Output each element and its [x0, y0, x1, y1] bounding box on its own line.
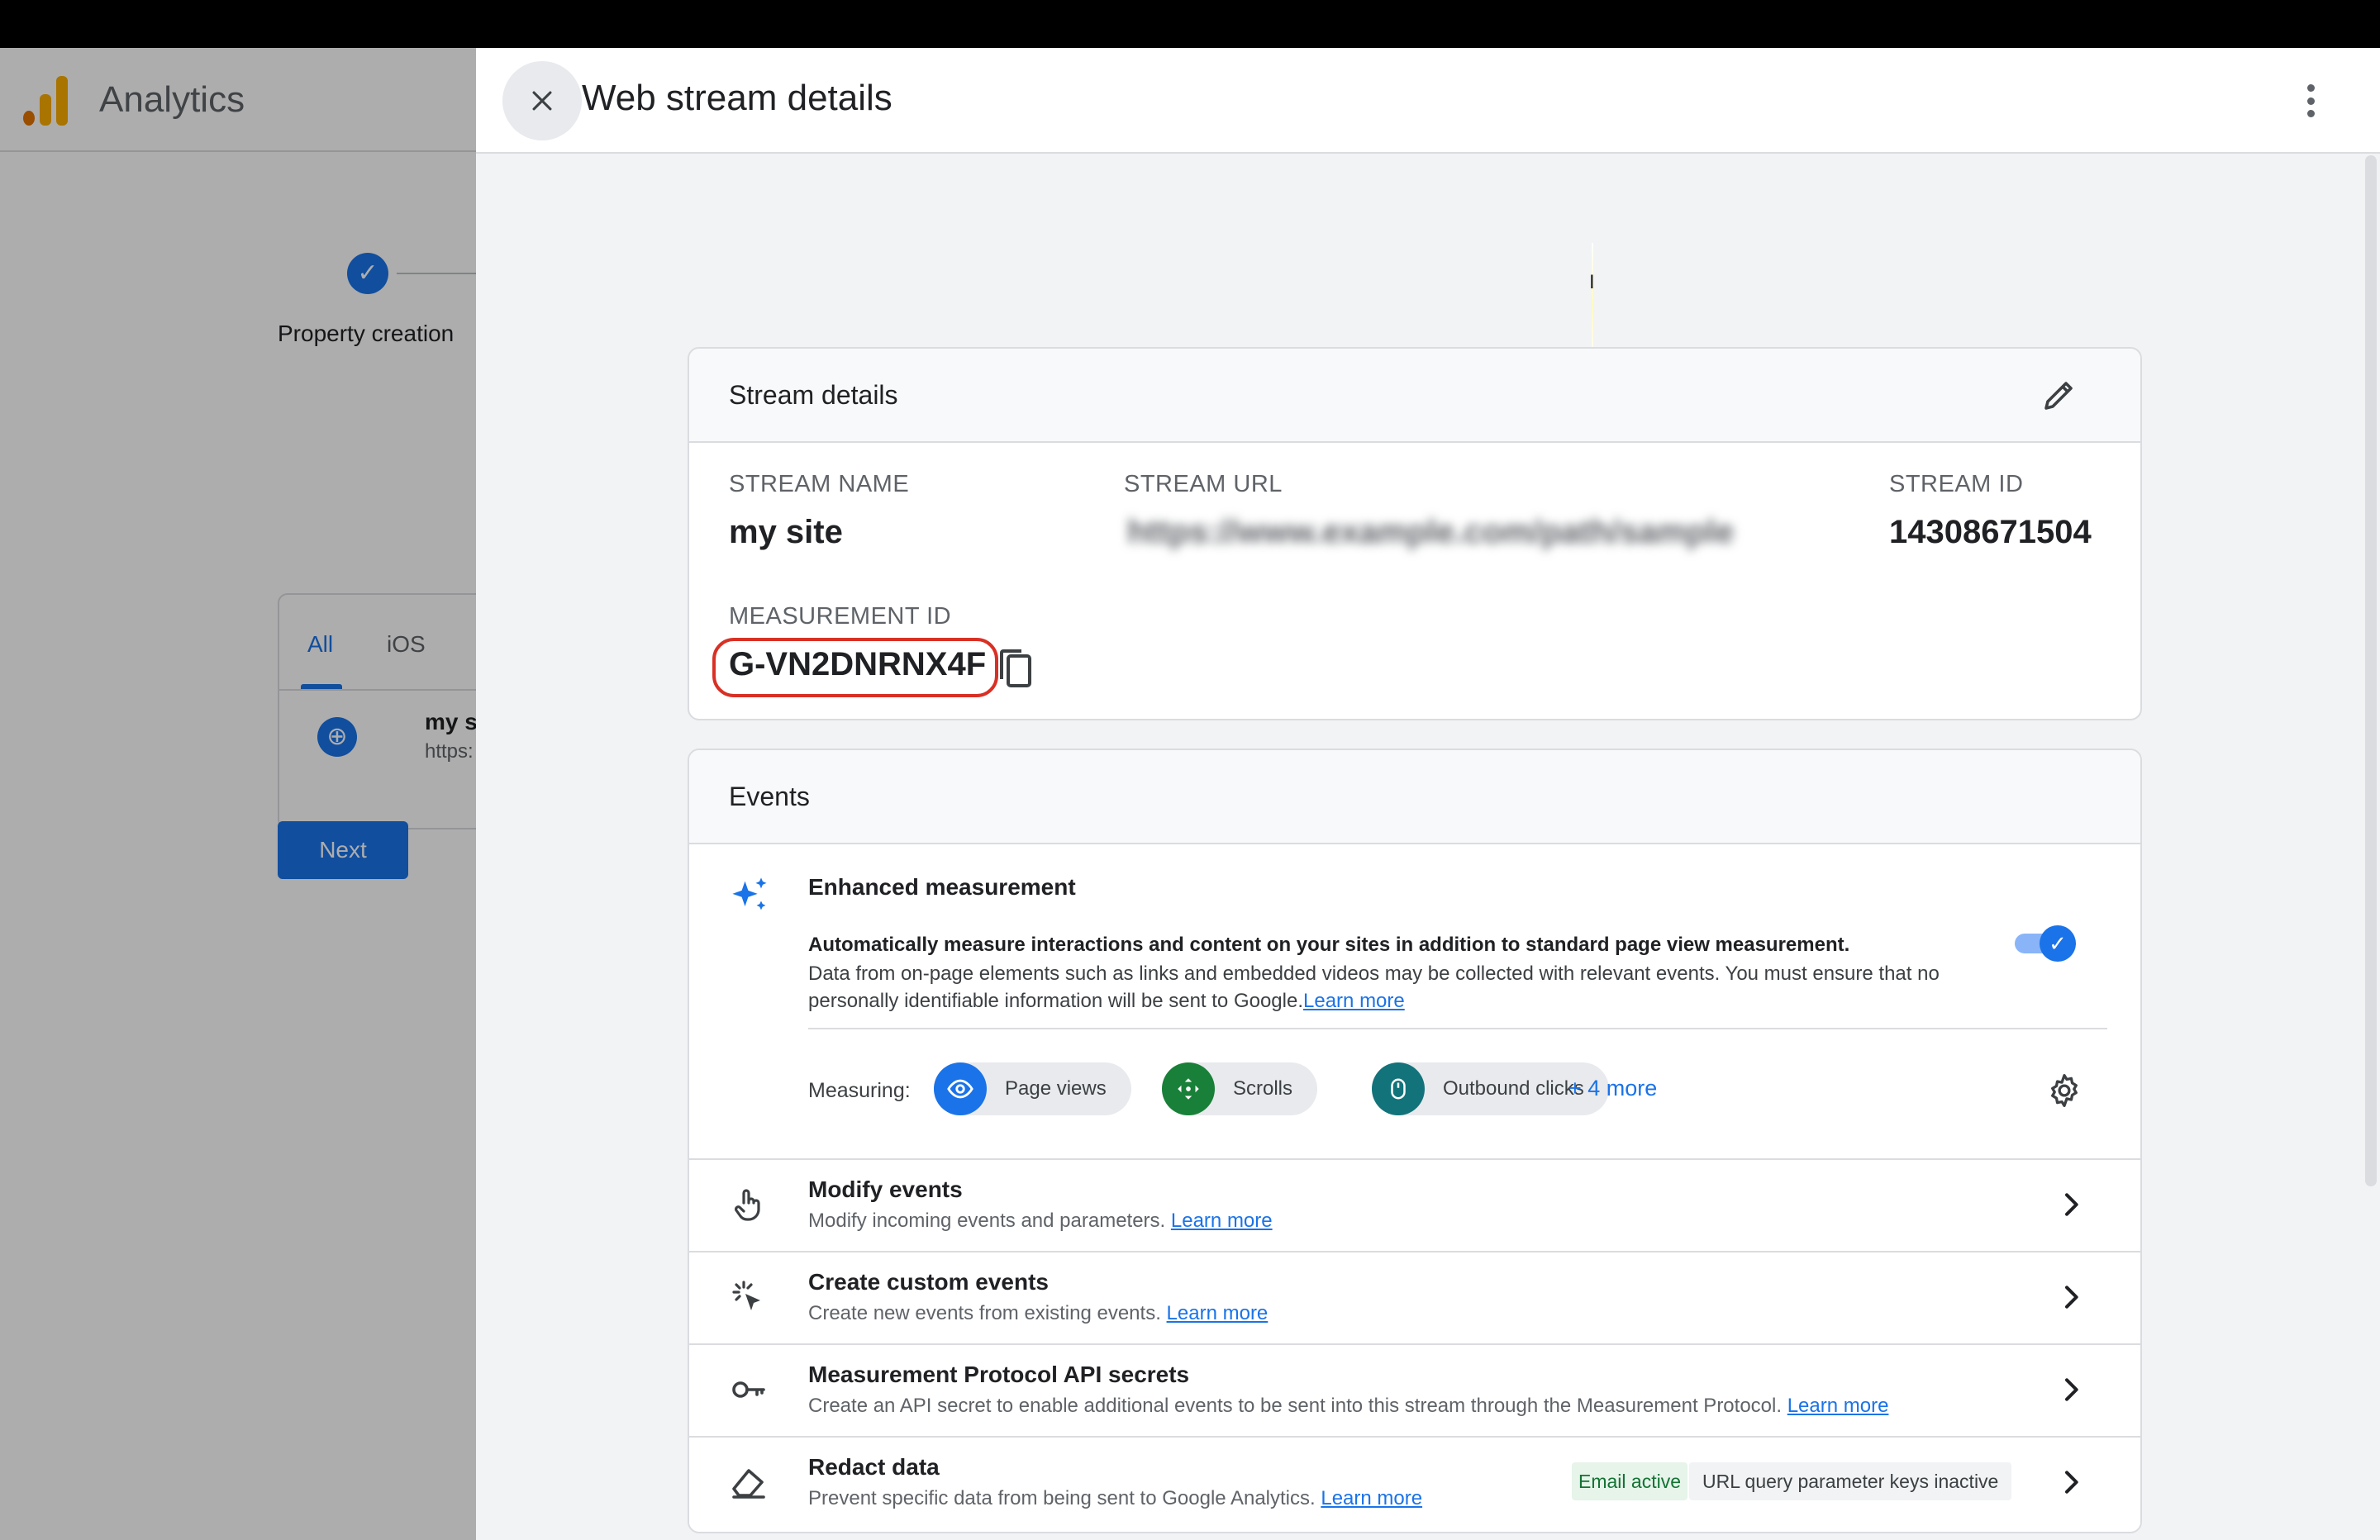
stream-url-label: STREAM URL — [1124, 471, 1283, 497]
eye-icon — [934, 1062, 987, 1115]
row-title: Create custom events — [808, 1269, 1050, 1295]
stream-id-value: 14308671504 — [1889, 514, 2092, 550]
events-header: Events — [689, 750, 2140, 844]
chip-label: Page views — [1005, 1077, 1107, 1100]
stream-id-label: STREAM ID — [1889, 471, 2024, 497]
enhanced-measurement-title: Enhanced measurement — [808, 874, 1076, 900]
events-card: Events Enhanced measurement Automaticall… — [688, 749, 2142, 1533]
row-subtitle: Modify incoming events and parameters. L… — [808, 1210, 1273, 1233]
divider — [808, 1028, 2107, 1029]
enhanced-learn-more-link[interactable]: Learn more — [1303, 990, 1405, 1012]
learn-more-link[interactable]: Learn more — [1167, 1302, 1269, 1324]
measurement-id-value: G-VN2DNRNX4F — [729, 646, 987, 682]
modify-events-row[interactable]: Modify events Modify incoming events and… — [689, 1158, 2140, 1251]
web-stream-details-panel: Web stream details I Stream details STRE… — [476, 48, 2380, 1540]
row-subtitle-text: Prevent specific data from being sent to… — [808, 1487, 1316, 1509]
learn-more-link[interactable]: Learn more — [1321, 1487, 1422, 1509]
chip-page-views[interactable]: Page views — [934, 1062, 1131, 1115]
touch-hand-icon — [735, 1189, 760, 1221]
chip-scrolls[interactable]: Scrolls — [1162, 1062, 1318, 1115]
close-icon — [532, 91, 552, 111]
events-title: Events — [729, 782, 810, 811]
more-options-icon[interactable] — [2294, 78, 2327, 124]
learn-more-link[interactable]: Learn more — [1787, 1395, 1889, 1417]
gear-icon[interactable] — [2046, 1072, 2082, 1109]
measurement-id-label: MEASUREMENT ID — [729, 603, 952, 630]
panel-header: Web stream details — [476, 48, 2380, 154]
stream-name-label: STREAM NAME — [729, 471, 910, 497]
row-subtitle: Create new events from existing events. … — [808, 1302, 1268, 1325]
row-subtitle-text: Modify incoming events and parameters. — [808, 1210, 1166, 1232]
stream-url-value: https://www.example.com/path/sample — [1127, 514, 1735, 550]
email-status-badge: Email active — [1572, 1462, 1687, 1500]
create-custom-events-row[interactable]: Create custom events Create new events f… — [689, 1251, 2140, 1343]
mouse-icon — [1372, 1062, 1425, 1115]
chevron-right-icon — [2065, 1286, 2078, 1309]
chevron-right-icon — [2065, 1471, 2078, 1494]
row-title: Measurement Protocol API secrets — [808, 1362, 1190, 1387]
panel-title: Web stream details — [582, 78, 892, 118]
redact-data-row[interactable]: Redact data Prevent specific data from b… — [689, 1436, 2140, 1528]
text-cursor-icon: I — [1589, 271, 1595, 293]
eraser-icon — [732, 1469, 765, 1499]
stream-details-title: Stream details — [729, 380, 898, 410]
row-subtitle-text: Create new events from existing events. — [808, 1302, 1161, 1324]
row-subtitle: Prevent specific data from being sent to… — [808, 1487, 1422, 1510]
click-sparkle-icon — [732, 1281, 760, 1310]
scroll-icon — [1162, 1062, 1215, 1115]
url-query-status-badge: URL query parameter keys inactive — [1689, 1462, 2012, 1500]
row-subtitle: Create an API secret to enable additiona… — [808, 1395, 1888, 1418]
enhanced-measurement-summary: Automatically measure interactions and c… — [808, 934, 1850, 956]
key-icon — [732, 1381, 765, 1398]
enhanced-measurement-toggle[interactable]: ✓ — [2015, 925, 2076, 962]
screen-top-bar — [0, 0, 2380, 48]
learn-more-link[interactable]: Learn more — [1171, 1210, 1273, 1232]
check-icon: ✓ — [2040, 925, 2076, 962]
more-measurements-link[interactable]: + 4 more — [1568, 1076, 1657, 1101]
row-title: Redact data — [808, 1454, 940, 1480]
measurement-protocol-row[interactable]: Measurement Protocol API secrets Create … — [689, 1343, 2140, 1436]
pencil-edit-icon[interactable] — [2040, 375, 2079, 415]
sparkle-icon — [732, 877, 767, 910]
close-button[interactable] — [502, 61, 582, 140]
stream-details-header: Stream details — [689, 349, 2140, 443]
measuring-label: Measuring: — [808, 1079, 911, 1102]
row-title: Modify events — [808, 1176, 963, 1202]
chevron-right-icon — [2065, 1193, 2078, 1216]
row-subtitle-text: Create an API secret to enable additiona… — [808, 1395, 1783, 1417]
stream-name-value: my site — [729, 514, 843, 550]
stream-details-card: Stream details STREAM NAME my site STREA… — [688, 347, 2142, 720]
copy-icon[interactable] — [997, 648, 1033, 689]
chip-label: Scrolls — [1233, 1077, 1293, 1100]
chevron-right-icon — [2065, 1378, 2078, 1401]
enhanced-measurement-description: Data from on-page elements such as links… — [808, 960, 1998, 1015]
scrollbar-thumb[interactable] — [2365, 155, 2377, 1186]
